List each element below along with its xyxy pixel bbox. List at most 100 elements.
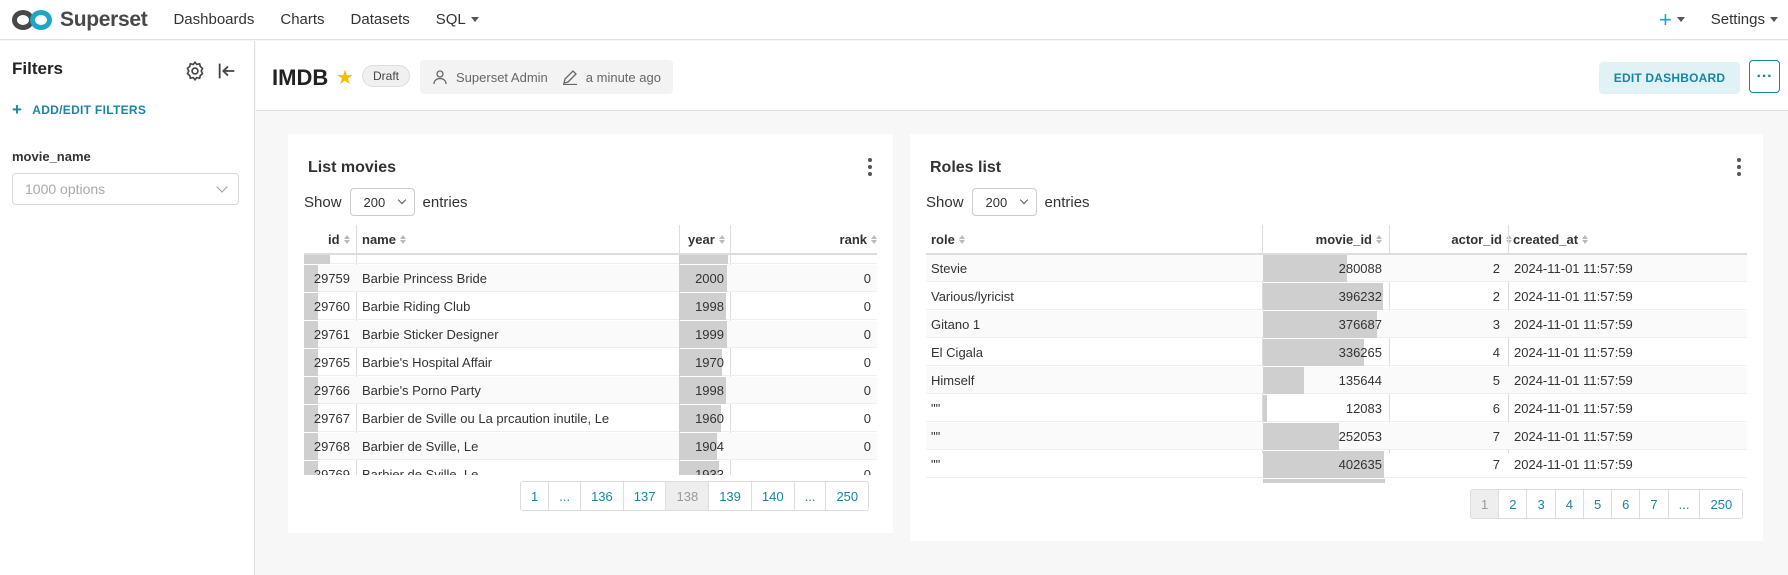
filters-title: Filters [12,59,64,78]
table-row[interactable]: Gitano 1 376687 3 2024-11-01 11:57:59 [926,311,1747,338]
table-row[interactable]: 29768 Barbier de Sville, Le 1904 0 [304,433,877,460]
cell-text: 29767 [313,411,350,426]
page-ellipsis[interactable]: ... [1669,490,1701,518]
dashboard-title[interactable]: IMDB [272,65,328,91]
cell-text: 12083 [1345,401,1382,416]
edit-dashboard-button[interactable]: EDIT DASHBOARD [1599,62,1740,94]
table-row[interactable]: "" 402635 7 2024-11-01 11:57:59 [926,451,1747,478]
chevron-down-icon [1676,17,1685,22]
show-label: Show [304,193,342,211]
more-options-button[interactable]: ··· [1749,60,1780,93]
settings-menu[interactable]: Settings [1711,11,1778,28]
nav-dashboards[interactable]: Dashboards [173,11,254,28]
cell-movie-id: 280088 [1263,255,1382,282]
cell-id: 29759 [304,265,350,292]
page-link[interactable]: 3 [1527,490,1556,518]
page-link[interactable]: 136 [581,482,624,510]
filter-sidebar: Filters + ADD/EDIT FILTERS movie_name 10… [0,41,255,575]
page-link[interactable]: 5 [1584,490,1613,518]
page-link[interactable]: 2 [1499,490,1528,518]
nav-datasets[interactable]: Datasets [351,11,410,28]
table-row[interactable]: Himself 135644 5 2024-11-01 11:57:59 [926,367,1747,394]
plus-icon: + [12,100,23,119]
gear-icon[interactable] [184,60,206,82]
cell-year: 1960 [679,405,724,432]
column-header-created-at[interactable]: created_at [1513,225,1633,253]
page-link[interactable]: 250 [826,482,868,510]
column-header-movie-id[interactable]: movie_id [1262,225,1382,253]
table-row[interactable]: 29767 Barbier de Sville ou La prcaution i… [304,405,877,432]
cell-movie-id: 12083 [1263,395,1382,422]
nav-sql[interactable]: SQL [436,11,479,28]
cell-role: Stevie [931,261,968,276]
page-size-select[interactable]: 200 [349,188,415,216]
cell-text: 29765 [313,355,350,370]
chevron-down-icon [1770,17,1778,22]
page-link[interactable]: 7 [1640,490,1669,518]
sort-icon [958,234,965,244]
table-row[interactable]: Stevie 280088 2 2024-11-01 11:57:59 [926,255,1747,282]
table-row[interactable]: Various/lyricist 396232 2 2024-11-01 11:57:… [926,283,1747,310]
cell-text: 252053 [1338,429,1382,444]
draft-badge[interactable]: Draft [362,65,411,87]
column-header-actor-id[interactable]: actor_id [1412,225,1512,253]
roles-table-body: Stevie 280088 2 2024-11-01 11:57:59 Various/… [926,255,1747,483]
cell-actor-id: 4 [1492,345,1500,360]
table-row[interactable]: 29761 Barbie Sticker Designer 1999 0 [304,321,877,348]
page-size-select[interactable]: 200 [971,188,1037,216]
cell-id: 29767 [304,405,350,432]
table-row[interactable]: 29765 Barbie's Hospital Affair 1970 0 [304,349,877,376]
cell-name: Barbier de Sville ou La prcaution inutil… [362,411,610,426]
add-edit-filters-button[interactable]: + ADD/EDIT FILTERS [12,100,146,120]
cell-name: Barbier de Sville, Le [362,467,479,475]
collapse-sidebar-icon[interactable] [216,60,238,82]
table-row[interactable]: 29760 Barbie Riding Club 1998 0 [304,293,877,320]
column-header-rank[interactable]: rank [834,225,877,253]
page-link[interactable]: 1 [521,482,550,510]
page-link[interactable]: 140 [752,482,795,510]
table-row [926,479,1747,483]
page-link[interactable]: 6 [1612,490,1641,518]
cell-year: 2000 [679,265,724,292]
table-row[interactable]: El Cigala 336265 4 2024-11-01 11:57:59 [926,339,1747,366]
cell-text: 2000 [695,271,724,286]
sort-icon [871,234,877,244]
nav-charts[interactable]: Charts [280,11,324,28]
column-header-role[interactable]: role [931,225,1031,253]
page-ellipsis[interactable]: ... [549,482,582,510]
page-link[interactable]: 250 [1700,490,1742,518]
table-row[interactable]: 29766 Barbie's Porno Party 1998 0 [304,377,877,404]
cell-year: 1999 [679,321,724,348]
cell-text: 1998 [695,383,724,398]
superset-logo[interactable]: Superset [12,8,148,32]
new-item-button[interactable]: + [1659,7,1685,33]
cell-actor-id: 7 [1492,457,1500,472]
column-label: year [688,231,715,247]
page-link[interactable]: 4 [1556,490,1584,518]
cell-text: 29759 [313,271,350,286]
table-row[interactable]: 29759 Barbie Princess Bride 2000 0 [304,265,877,292]
cell-text: 1904 [695,439,724,454]
table-row[interactable]: "" 252053 7 2024-11-01 11:57:59 [926,423,1747,450]
entries-control: Show 200 entries [304,188,468,216]
favorite-star-icon[interactable]: ★ [336,65,354,90]
filter-label: movie_name [12,149,91,164]
cell-text: 29760 [313,299,350,314]
column-header-name[interactable]: name [362,225,642,253]
cell-actor-id: 7 [1492,429,1500,444]
table-row [304,255,877,264]
table-row[interactable]: "" 12083 6 2024-11-01 11:57:59 [926,395,1747,422]
page-ellipsis[interactable]: ... [795,482,827,510]
chart-menu-icon[interactable] [1737,158,1741,179]
cell-year: 1970 [679,349,724,376]
page-link[interactable]: 139 [709,482,752,510]
chart-menu-icon[interactable] [868,158,872,179]
cell-role: "" [931,457,941,472]
column-header-id[interactable]: id [328,225,358,253]
page-link[interactable]: 137 [624,482,667,510]
table-row[interactable]: 29769 Barbier de Sville, Le 1933 0 [304,461,877,475]
cell-text: 29766 [313,383,350,398]
column-label: created_at [1513,231,1579,247]
movie-name-filter-select[interactable]: 1000 options [12,173,239,205]
cell-role: "" [931,429,941,444]
